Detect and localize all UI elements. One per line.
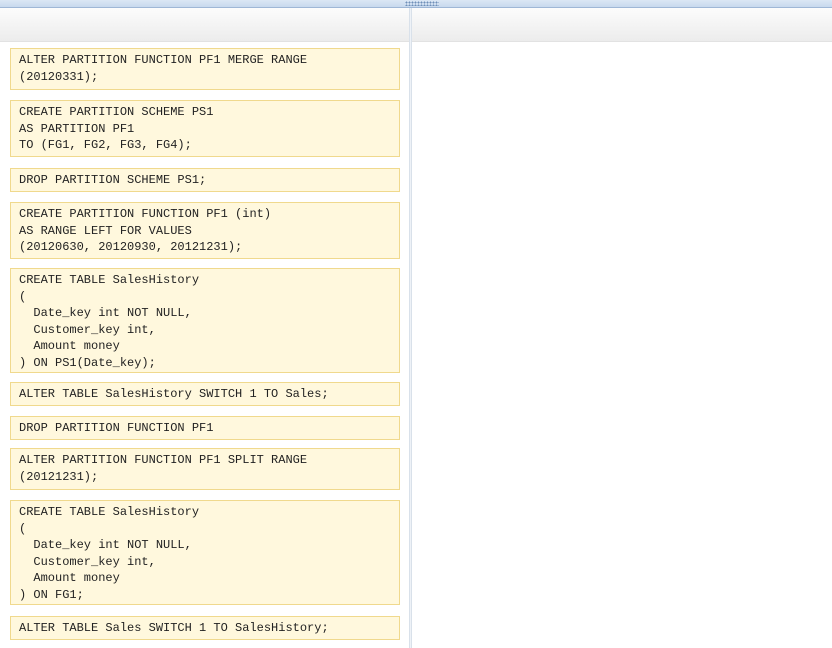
code-block-create-scheme[interactable]: CREATE PARTITION SCHEME PS1 AS PARTITION… — [10, 100, 400, 157]
code-block-drop-function[interactable]: DROP PARTITION FUNCTION PF1 — [10, 416, 400, 440]
code-block-create-function[interactable]: CREATE PARTITION FUNCTION PF1 (int) AS R… — [10, 202, 400, 259]
drag-grip-icon[interactable] — [405, 1, 439, 6]
top-splitter-bar[interactable] — [0, 0, 832, 8]
code-block-switch-to-saleshistory[interactable]: ALTER TABLE Sales SWITCH 1 TO SalesHisto… — [10, 616, 400, 640]
answer-area-header-left — [0, 8, 409, 42]
code-block-create-table-ps1[interactable]: CREATE TABLE SalesHistory ( Date_key int… — [10, 268, 400, 373]
code-block-switch-to-sales[interactable]: ALTER TABLE SalesHistory SWITCH 1 TO Sal… — [10, 382, 400, 406]
answer-drop-area[interactable] — [412, 42, 832, 648]
code-block-split-range[interactable]: ALTER PARTITION FUNCTION PF1 SPLIT RANGE… — [10, 448, 400, 490]
code-block-create-table-fg1[interactable]: CREATE TABLE SalesHistory ( Date_key int… — [10, 500, 400, 605]
code-block-drop-scheme[interactable]: DROP PARTITION SCHEME PS1; — [10, 168, 400, 192]
code-block-merge-range[interactable]: ALTER PARTITION FUNCTION PF1 MERGE RANGE… — [10, 48, 400, 90]
code-block-list: ALTER PARTITION FUNCTION PF1 MERGE RANGE… — [0, 42, 409, 648]
answer-area-header-right — [412, 8, 832, 42]
